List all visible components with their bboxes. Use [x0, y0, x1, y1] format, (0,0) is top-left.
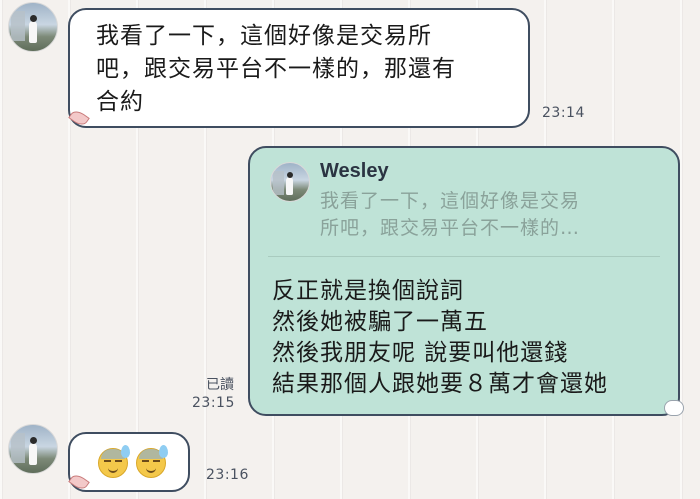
- contact-avatar[interactable]: [8, 2, 58, 52]
- emoji-eye: [104, 460, 111, 462]
- avatar-photo-head: [30, 15, 37, 22]
- message-timestamp: 23:15: [192, 395, 235, 411]
- reply-divider: [268, 256, 660, 257]
- avatar-photo-building: [11, 433, 25, 463]
- reply-avatar: [270, 162, 310, 202]
- emoji-sweat-drop: [121, 445, 130, 458]
- read-receipt: 已讀: [206, 377, 234, 393]
- message-text: 反正就是換個說詞 然後她被騙了一萬五 然後我朋友呢 說要叫他還錢 結果那個人跟她…: [272, 276, 608, 400]
- outgoing-message-bubble[interactable]: Wesley 我看了一下，這個好像是交易 所吧，跟交易平台不一樣的… 反正就是換…: [248, 146, 680, 416]
- avatar-photo-head: [30, 437, 37, 444]
- message-line: 反正就是換個說詞: [272, 278, 464, 304]
- sweat-face-icon: [98, 445, 130, 478]
- emoji-sweat-drop: [159, 445, 168, 458]
- message-line: 合約: [96, 89, 144, 115]
- cloud-decoration-icon: [664, 400, 684, 416]
- avatar-photo-figure: [286, 177, 293, 195]
- avatar-photo-building: [273, 171, 284, 195]
- avatar-photo-building: [11, 11, 25, 41]
- avatar-photo-figure: [29, 443, 37, 465]
- message-text: 我看了一下，這個好像是交易所 吧，跟交易平台不一樣的，那還有 合約: [96, 20, 456, 119]
- message-timestamp: 23:16: [206, 467, 249, 483]
- sweat-face-icon: [136, 445, 168, 478]
- emoji-mouth: [146, 468, 156, 473]
- message-line: 吧，跟交易平台不一樣的，那還有: [96, 56, 456, 82]
- message-timestamp: 23:14: [542, 105, 585, 121]
- reply-quoted-text: 我看了一下，這個好像是交易 所吧，跟交易平台不一樣的…: [320, 188, 650, 242]
- contact-avatar[interactable]: [8, 424, 58, 474]
- message-line: 然後她被騙了一萬五: [272, 309, 488, 335]
- avatar-photo-head: [287, 172, 293, 178]
- emoji-mouth: [108, 468, 118, 473]
- incoming-message-bubble[interactable]: 我看了一下，這個好像是交易所 吧，跟交易平台不一樣的，那還有 合約: [68, 8, 530, 128]
- avatar-photo-figure: [29, 21, 37, 43]
- quote-line: 我看了一下，這個好像是交易: [320, 190, 581, 212]
- reply-sender-name: Wesley: [320, 160, 389, 182]
- message-line: 結果那個人跟她要８萬才會還她: [272, 371, 608, 397]
- emoji-eye: [153, 460, 160, 462]
- emoji-eye: [142, 460, 149, 462]
- message-line: 然後我朋友呢 說要叫他還錢: [272, 340, 569, 366]
- message-line: 我看了一下，這個好像是交易所: [96, 23, 432, 49]
- emoji-eye: [115, 460, 122, 462]
- quote-line: 所吧，跟交易平台不一樣的…: [320, 217, 581, 239]
